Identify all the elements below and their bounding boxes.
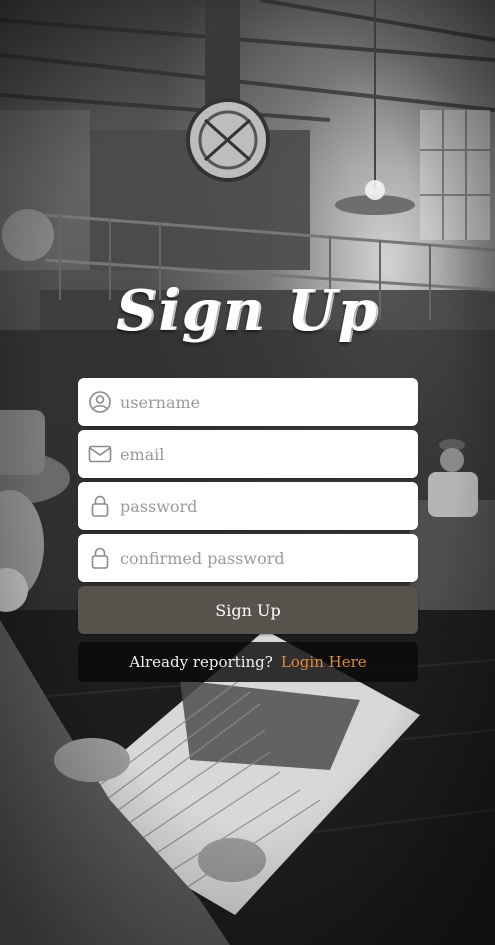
login-prompt-text: Already reporting? (129, 653, 273, 671)
email-field[interactable] (78, 430, 418, 478)
password-input[interactable] (120, 496, 400, 516)
page-title: Sign Up (115, 278, 380, 344)
confirm-password-input[interactable] (120, 548, 400, 568)
lock-icon (88, 494, 112, 518)
username-input[interactable] (120, 392, 400, 412)
sign-up-button[interactable]: Sign Up (78, 586, 418, 634)
envelope-icon (88, 442, 112, 466)
password-field[interactable] (78, 482, 418, 530)
email-input[interactable] (120, 444, 400, 464)
login-prompt-bar: Already reporting? Login Here (78, 642, 418, 682)
confirm-password-field[interactable] (78, 534, 418, 582)
login-link[interactable]: Login Here (281, 653, 367, 671)
lock-icon (88, 546, 112, 570)
user-circle-icon (88, 390, 112, 414)
username-field[interactable] (78, 378, 418, 426)
